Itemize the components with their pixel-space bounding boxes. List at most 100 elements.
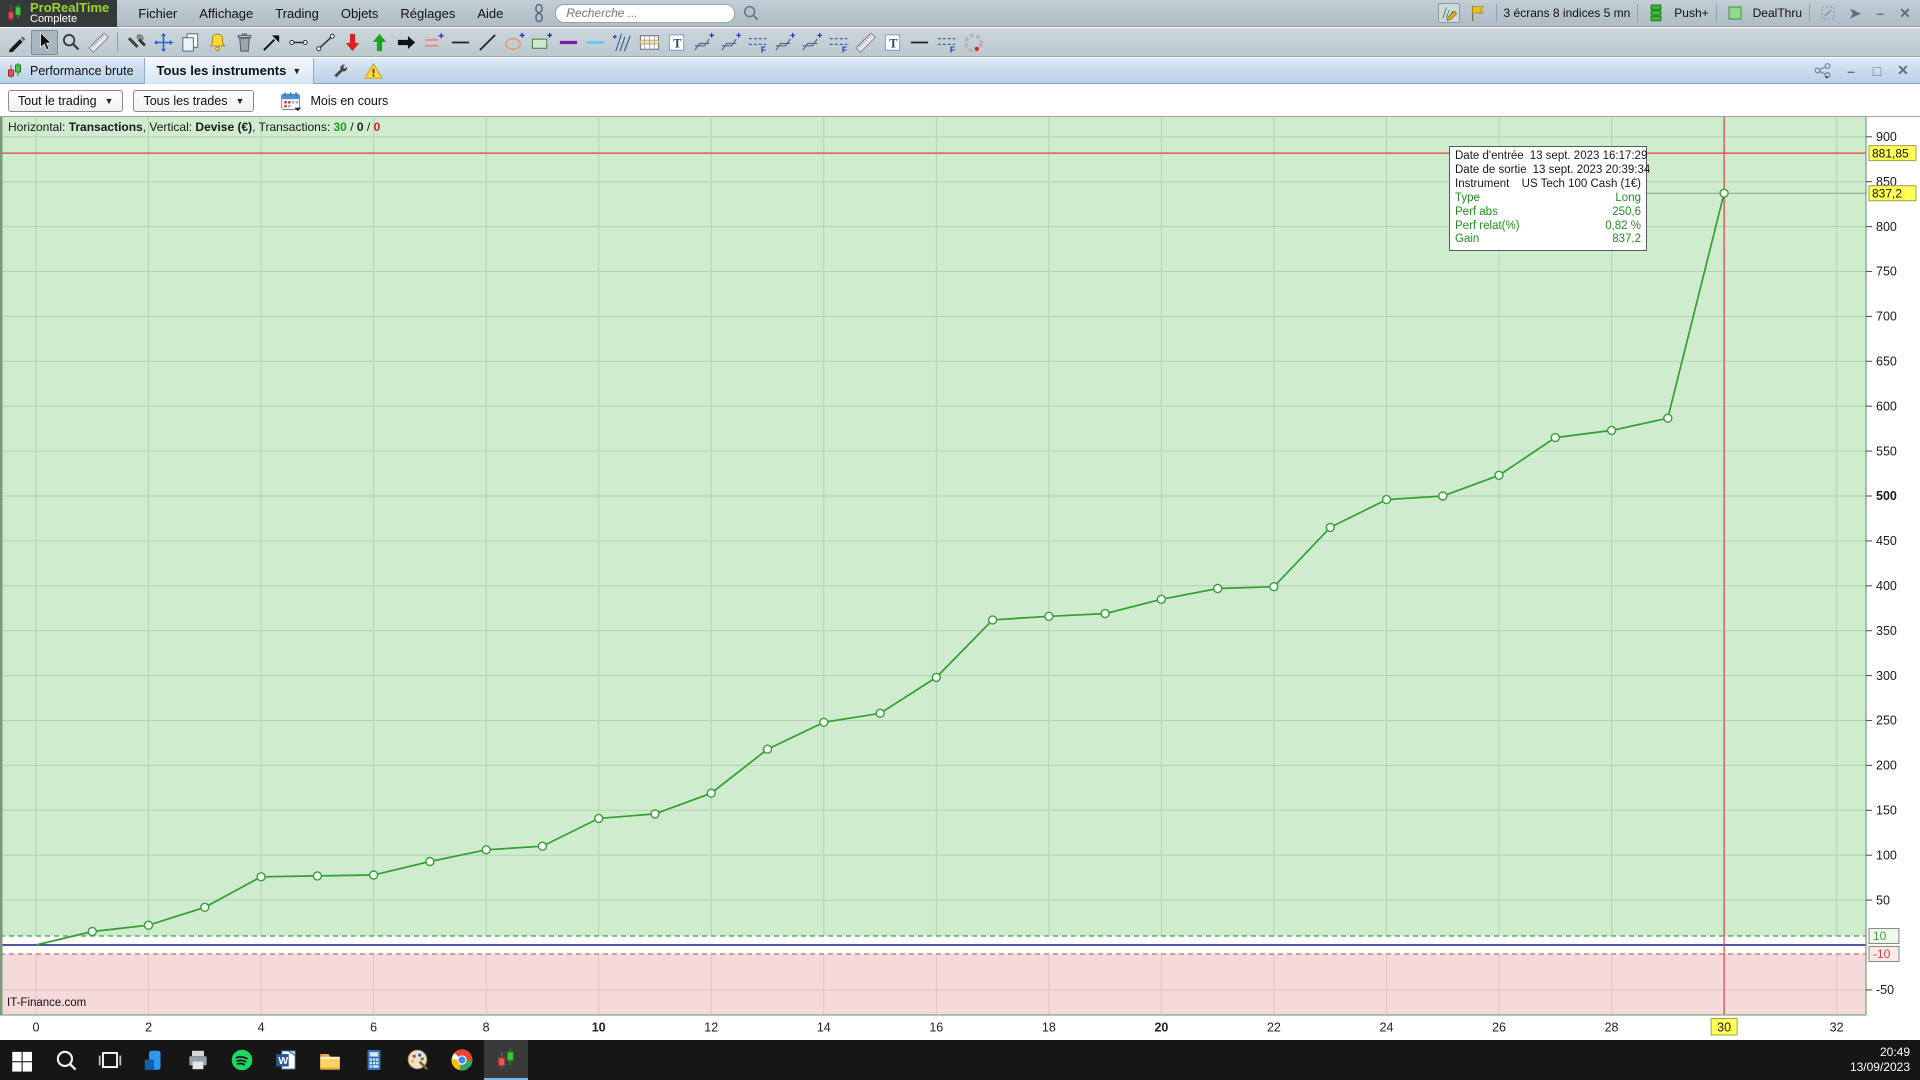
taskbar-task-view-icon[interactable]	[88, 1040, 132, 1080]
svg-text:2: 2	[145, 1021, 152, 1035]
tooltip-value: US Tech 100 Cash (1€)	[1521, 177, 1641, 190]
trades-filter-dropdown[interactable]: Tous les trades ▼	[133, 89, 255, 112]
ruler-tool-icon[interactable]	[85, 30, 112, 55]
svg-text:14: 14	[817, 1021, 831, 1035]
textbox-tool-icon[interactable]: T	[663, 30, 690, 55]
taskbar-taskbar-search-icon[interactable]	[44, 1040, 88, 1080]
continue-arrow-tool-icon[interactable]	[393, 30, 420, 55]
segment-tool-icon[interactable]	[312, 30, 339, 55]
dashed-levels-tool-icon[interactable]: F	[933, 30, 960, 55]
pin-icon[interactable]: ➤	[1846, 5, 1864, 22]
textbox-tool-icon[interactable]: T	[879, 30, 906, 55]
menu-fichier[interactable]: Fichier	[127, 2, 188, 25]
svg-text:F: F	[950, 45, 955, 53]
taskbar-printer-icon[interactable]	[176, 1040, 220, 1080]
taskbar-spotify-icon[interactable]	[220, 1040, 264, 1080]
menu-objets[interactable]: Objets	[330, 2, 390, 25]
tooltip-row: Type Long	[1455, 192, 1641, 206]
window-title: Performance brute	[30, 63, 134, 78]
channel-tool-icon[interactable]	[771, 30, 798, 55]
dashed-levels-tool-icon[interactable]: F	[825, 30, 852, 55]
main-menu: Fichier Affichage Trading Objets Réglages Aid…	[127, 2, 514, 25]
ellipse-tool-icon[interactable]	[501, 30, 528, 55]
sell-arrow-tool-icon[interactable]	[339, 30, 366, 55]
taskbar-prorealtime-active-icon[interactable]	[484, 1040, 528, 1080]
trash-tool-icon[interactable]	[231, 30, 258, 55]
channel-tool-icon[interactable]	[690, 30, 717, 55]
push-label[interactable]: Push+	[1674, 6, 1708, 20]
tooltip-value: 250,6	[1612, 205, 1641, 218]
calendar-icon[interactable]	[280, 91, 302, 111]
tooltip-label: Instrument	[1455, 177, 1510, 190]
svg-text:800: 800	[1876, 220, 1897, 234]
channel-tool-icon[interactable]	[798, 30, 825, 55]
pitchfork-tool-icon[interactable]	[609, 30, 636, 55]
warning-icon[interactable]	[362, 61, 384, 81]
equity-curve-plot[interactable]: 9008508007507006506005505004504003503002…	[0, 117, 1920, 1040]
horizontal-line-tool-icon[interactable]	[906, 30, 933, 55]
trading-filter-dropdown[interactable]: Tout le trading ▼	[8, 89, 124, 112]
svg-text:400: 400	[1876, 579, 1897, 593]
alert-bell-tool-icon[interactable]	[204, 30, 231, 55]
menu-réglages[interactable]: Réglages	[389, 2, 466, 25]
trend-arrow-tool-icon[interactable]	[258, 30, 285, 55]
menu-aide[interactable]: Aide	[466, 2, 514, 25]
zoom-tool-icon[interactable]	[58, 30, 85, 55]
dealthru-checkbox[interactable]	[1724, 3, 1746, 23]
menu-affichage[interactable]: Affichage	[188, 2, 264, 25]
fibo-grid-tool-icon[interactable]	[636, 30, 663, 55]
svg-text:26: 26	[1492, 1021, 1506, 1035]
taskbar-your-phone-icon[interactable]	[132, 1040, 176, 1080]
flag-icon[interactable]	[1467, 3, 1489, 23]
svg-text:10: 10	[1873, 929, 1887, 943]
duplicate-tool-icon[interactable]	[177, 30, 204, 55]
move-tool-icon[interactable]	[150, 30, 177, 55]
taskbar-chrome-icon[interactable]	[440, 1040, 484, 1080]
svg-text:T: T	[889, 36, 898, 50]
horizontal-line-tool-icon[interactable]	[447, 30, 474, 55]
minimize-icon[interactable]: –	[1871, 5, 1889, 21]
rect-shape-tool-icon[interactable]	[528, 30, 555, 55]
parallel-lines-tool-icon[interactable]	[420, 30, 447, 55]
window-close-icon[interactable]: ✕	[1894, 62, 1912, 79]
svg-text:600: 600	[1876, 399, 1897, 413]
link-chain-icon[interactable]	[528, 3, 550, 23]
svg-text:16: 16	[929, 1021, 943, 1035]
buy-arrow-tool-icon[interactable]	[366, 30, 393, 55]
taskbar-paint-icon[interactable]	[396, 1040, 440, 1080]
menu-trading[interactable]: Trading	[264, 2, 330, 25]
svg-text:500: 500	[1876, 489, 1897, 503]
svg-text:100: 100	[1876, 848, 1897, 862]
taskbar-file-explorer-icon[interactable]	[308, 1040, 352, 1080]
cursor-tool-icon[interactable]	[31, 29, 58, 55]
channel-tool-icon[interactable]	[717, 30, 744, 55]
tab-instrument-selector[interactable]: Tous les instruments ▼	[144, 57, 315, 84]
settings-wrench-icon[interactable]	[328, 61, 350, 81]
thick-line-purple-tool-icon[interactable]	[555, 30, 582, 55]
search-input[interactable]	[555, 3, 736, 23]
line-cyan-tool-icon[interactable]	[582, 30, 609, 55]
taskbar-calculator-icon[interactable]	[352, 1040, 396, 1080]
workspace-label[interactable]: 3 écrans 8 indices 5 mn	[1504, 6, 1631, 20]
pencil-tool-icon[interactable]	[4, 30, 31, 55]
period-label[interactable]: Mois en cours	[310, 94, 388, 108]
oblique-line-tool-icon[interactable]	[474, 30, 501, 55]
percent-wheel-tool-icon[interactable]	[960, 30, 987, 55]
taskbar-word-icon[interactable]: W	[264, 1040, 308, 1080]
edit-drawing-icon[interactable]	[1437, 3, 1460, 23]
taskbar-clock[interactable]: 20:49 13/09/2023	[1850, 1045, 1920, 1075]
close-icon[interactable]: ✕	[1896, 5, 1914, 22]
share-icon[interactable]	[1812, 61, 1834, 81]
taskbar-windows-start-icon[interactable]	[0, 1040, 44, 1080]
search-icon[interactable]	[740, 3, 762, 23]
h-segment-tool-icon[interactable]	[285, 30, 312, 55]
tools-tool-icon[interactable]	[123, 30, 150, 55]
menu-bar: ProRealTime Complete Fichier Affichage Tra…	[0, 0, 1920, 27]
window-maximize-icon[interactable]: □	[1868, 63, 1886, 79]
ruler-tool-icon[interactable]	[852, 30, 879, 55]
winning-trades-count: 30	[333, 120, 347, 134]
dealthru-label[interactable]: DealThru	[1753, 6, 1802, 20]
window-minimize-icon[interactable]: –	[1842, 63, 1860, 79]
dashed-levels-tool-icon[interactable]: F	[744, 30, 771, 55]
svg-text:900: 900	[1876, 130, 1897, 144]
